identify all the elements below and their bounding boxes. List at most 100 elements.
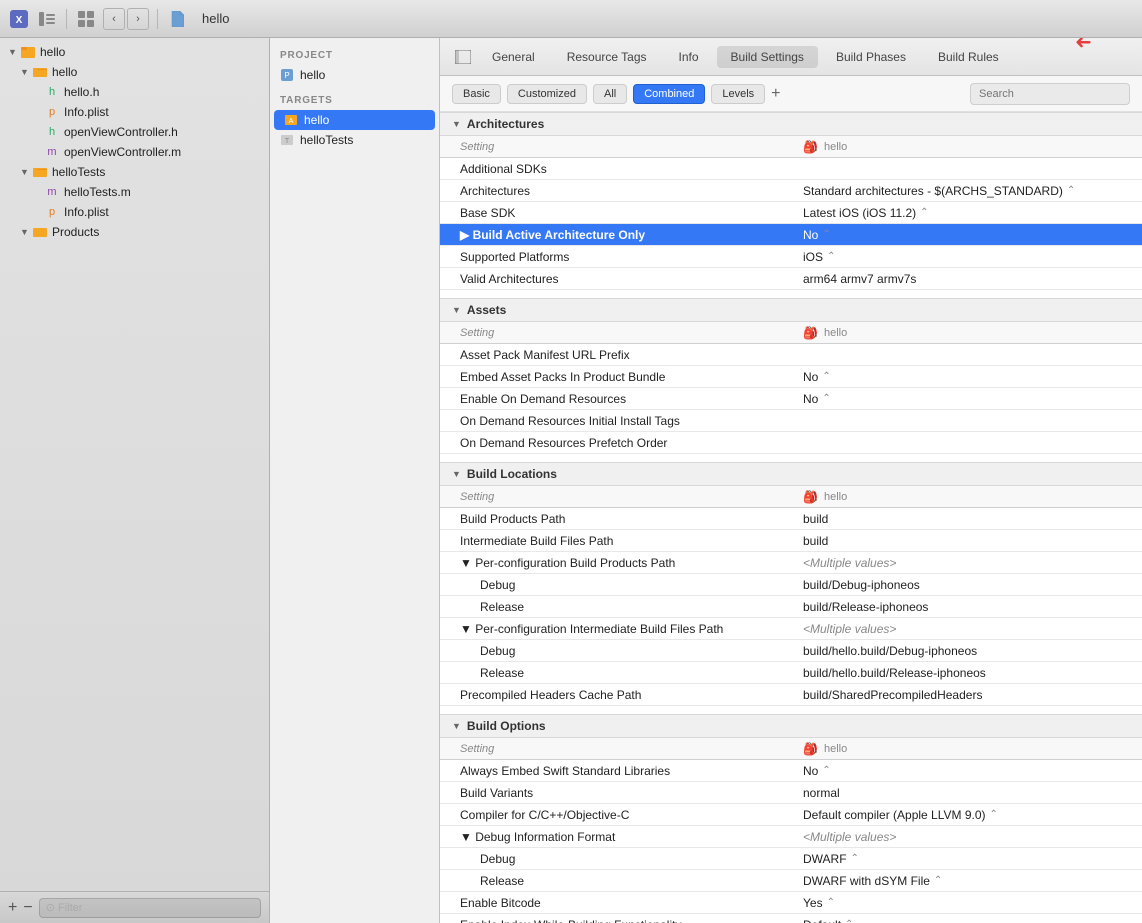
base-sdk-label: Base SDK bbox=[440, 203, 791, 223]
forward-button[interactable]: › bbox=[127, 8, 149, 30]
filter-basic-button[interactable]: Basic bbox=[452, 84, 501, 104]
build-opt-col-value: 🎒 hello bbox=[791, 739, 1142, 759]
filter-all-button[interactable]: All bbox=[593, 84, 627, 104]
tab-build-settings[interactable]: Build Settings bbox=[717, 46, 818, 68]
additional-sdks-value bbox=[791, 166, 1142, 172]
tab-build-phases[interactable]: Build Phases bbox=[822, 46, 920, 68]
row-always-embed-swift[interactable]: Always Embed Swift Standard Libraries No… bbox=[440, 760, 1142, 782]
architectures-col-header: Setting 🎒 hello bbox=[440, 136, 1142, 158]
additional-sdks-label: Additional SDKs bbox=[440, 159, 791, 179]
row-per-config-intermediate[interactable]: ▼ Per-configuration Intermediate Build F… bbox=[440, 618, 1142, 640]
sidebar-info-plist-2[interactable]: ▶ p Info.plist bbox=[0, 202, 269, 222]
nav-project-label: hello bbox=[300, 68, 325, 82]
tab-general[interactable]: General bbox=[478, 46, 549, 68]
filter-customized-button[interactable]: Customized bbox=[507, 84, 587, 104]
filter-bar: Basic Customized All Combined Levels + bbox=[440, 76, 1142, 112]
navigator-icon[interactable] bbox=[452, 46, 474, 68]
build-locations-title: Build Locations bbox=[467, 467, 557, 481]
row-enable-index-while-building[interactable]: Enable Index-While-Building Functionalit… bbox=[440, 914, 1142, 923]
info-plist-1-icon: p bbox=[44, 104, 60, 120]
row-build-variants[interactable]: Build Variants normal bbox=[440, 782, 1142, 804]
grid-icon[interactable] bbox=[75, 8, 97, 30]
per-config-intermediate-label: ▼ Per-configuration Intermediate Build F… bbox=[440, 619, 791, 639]
architectures-toggle[interactable]: ▼ bbox=[452, 119, 461, 129]
hello-folder-icon bbox=[32, 64, 48, 80]
add-file-button[interactable]: + bbox=[8, 900, 17, 916]
on-demand-initial-value bbox=[791, 418, 1142, 424]
intermediate-build-files-label: Intermediate Build Files Path bbox=[440, 531, 791, 551]
sidebar-openviewcontroller-m[interactable]: ▶ m openViewController.m bbox=[0, 142, 269, 162]
back-button[interactable]: ‹ bbox=[103, 8, 125, 30]
filter-combined-button[interactable]: Combined bbox=[633, 84, 705, 104]
tab-build-rules[interactable]: Build Rules bbox=[924, 46, 1013, 68]
assets-toggle[interactable]: ▼ bbox=[452, 305, 461, 315]
row-per-config-int-debug[interactable]: Debug build/hello.build/Debug-iphoneos bbox=[440, 640, 1142, 662]
per-config-build-debug-value: build/Debug-iphoneos bbox=[791, 575, 1142, 595]
row-build-active-arch[interactable]: ▶ Build Active Architecture Only No ⌃ bbox=[440, 224, 1142, 246]
settings-content: ▼ Architectures Setting 🎒 hello Addition… bbox=[440, 112, 1142, 923]
remove-file-button[interactable]: − bbox=[23, 900, 32, 916]
row-debug-info-debug[interactable]: Debug DWARF ⌃ bbox=[440, 848, 1142, 870]
sidebar-toggle-icon[interactable] bbox=[36, 8, 58, 30]
filter-placeholder: ⊙ Filter bbox=[46, 901, 83, 914]
row-valid-architectures[interactable]: Valid Architectures arm64 armv7 armv7s bbox=[440, 268, 1142, 290]
nav-target-hello[interactable]: A hello bbox=[274, 110, 435, 130]
filter-levels-button[interactable]: Levels bbox=[711, 84, 765, 104]
build-options-toggle[interactable]: ▼ bbox=[452, 721, 461, 731]
sidebar-products[interactable]: ▼ Products bbox=[0, 222, 269, 242]
row-architectures[interactable]: Architectures Standard architectures - $… bbox=[440, 180, 1142, 202]
row-embed-asset-packs[interactable]: Embed Asset Packs In Product Bundle No ⌃ bbox=[440, 366, 1142, 388]
build-locations-toggle[interactable]: ▼ bbox=[452, 469, 461, 479]
sidebar-info-plist-1[interactable]: ▶ p Info.plist bbox=[0, 102, 269, 122]
row-on-demand-initial[interactable]: On Demand Resources Initial Install Tags bbox=[440, 410, 1142, 432]
row-additional-sdks[interactable]: Additional SDKs bbox=[440, 158, 1142, 180]
row-debug-info-format[interactable]: ▼ Debug Information Format <Multiple val… bbox=[440, 826, 1142, 848]
openvc-m-icon: m bbox=[44, 144, 60, 160]
openvc-m-label: openViewController.m bbox=[64, 145, 181, 159]
sidebar-hellotests-group[interactable]: ▼ helloTests bbox=[0, 162, 269, 182]
build-loc-col-value: 🎒 hello bbox=[791, 487, 1142, 507]
build-options-title: Build Options bbox=[467, 719, 546, 733]
row-build-products-path[interactable]: Build Products Path build bbox=[440, 508, 1142, 530]
nav-target-hellotests-icon: T bbox=[280, 133, 294, 147]
sidebar-openviewcontroller-h[interactable]: ▶ h openViewController.h bbox=[0, 122, 269, 142]
targets-section-label: TARGETS bbox=[270, 89, 439, 110]
row-per-config-build-debug[interactable]: Debug build/Debug-iphoneos bbox=[440, 574, 1142, 596]
build-loc-col-setting: Setting bbox=[440, 488, 791, 506]
enable-index-value: Default ⌃ bbox=[791, 915, 1142, 923]
dsym-stepper: ⌃ bbox=[934, 875, 942, 886]
filter-search-input[interactable] bbox=[970, 83, 1130, 105]
sidebar-hello-group[interactable]: ▼ hello bbox=[0, 62, 269, 82]
valid-architectures-value: arm64 armv7 armv7s bbox=[791, 269, 1142, 289]
row-per-config-int-release[interactable]: Release build/hello.build/Release-iphone… bbox=[440, 662, 1142, 684]
ondemand-stepper: ⌃ bbox=[822, 393, 830, 404]
section-build-options: ▼ Build Options bbox=[440, 714, 1142, 738]
row-compiler[interactable]: Compiler for C/C++/Objective-C Default c… bbox=[440, 804, 1142, 826]
row-intermediate-build-files[interactable]: Intermediate Build Files Path build bbox=[440, 530, 1142, 552]
row-debug-info-release[interactable]: Release DWARF with dSYM File ⌃ bbox=[440, 870, 1142, 892]
row-per-config-build-release[interactable]: Release build/Release-iphoneos bbox=[440, 596, 1142, 618]
filter-add-button[interactable]: + bbox=[771, 85, 780, 103]
info-plist-2-label: Info.plist bbox=[64, 205, 109, 219]
row-enable-on-demand[interactable]: Enable On Demand Resources No ⌃ bbox=[440, 388, 1142, 410]
sidebar-root-item[interactable]: ▼ hello bbox=[0, 42, 269, 62]
toolbar: X ‹ › hello bbox=[0, 0, 1142, 38]
assets-badge-icon: 🎒 bbox=[803, 326, 818, 340]
row-precompiled-headers[interactable]: Precompiled Headers Cache Path build/Sha… bbox=[440, 684, 1142, 706]
sidebar-hello-h[interactable]: ▶ h hello.h bbox=[0, 82, 269, 102]
row-supported-platforms[interactable]: Supported Platforms iOS ⌃ bbox=[440, 246, 1142, 268]
nav-project-item[interactable]: P hello bbox=[270, 65, 439, 85]
row-asset-pack-manifest[interactable]: Asset Pack Manifest URL Prefix bbox=[440, 344, 1142, 366]
tab-resource-tags[interactable]: Resource Tags bbox=[553, 46, 661, 68]
enable-bitcode-label: Enable Bitcode bbox=[440, 893, 791, 913]
sidebar-hellotests-m[interactable]: ▶ m helloTests.m bbox=[0, 182, 269, 202]
row-on-demand-prefetch[interactable]: On Demand Resources Prefetch Order bbox=[440, 432, 1142, 454]
row-per-config-build-products[interactable]: ▼ Per-configuration Build Products Path … bbox=[440, 552, 1142, 574]
nav-target-hellotests[interactable]: T helloTests bbox=[270, 130, 439, 150]
on-demand-prefetch-label: On Demand Resources Prefetch Order bbox=[440, 433, 791, 453]
arch-col-hello: hello bbox=[824, 141, 847, 153]
tab-info[interactable]: Info bbox=[665, 46, 713, 68]
row-enable-bitcode[interactable]: Enable Bitcode Yes ⌃ bbox=[440, 892, 1142, 914]
row-base-sdk[interactable]: Base SDK Latest iOS (iOS 11.2) ⌃ bbox=[440, 202, 1142, 224]
main-area: ▼ hello ▼ hello ▶ h hello.h ▶ bbox=[0, 38, 1142, 923]
